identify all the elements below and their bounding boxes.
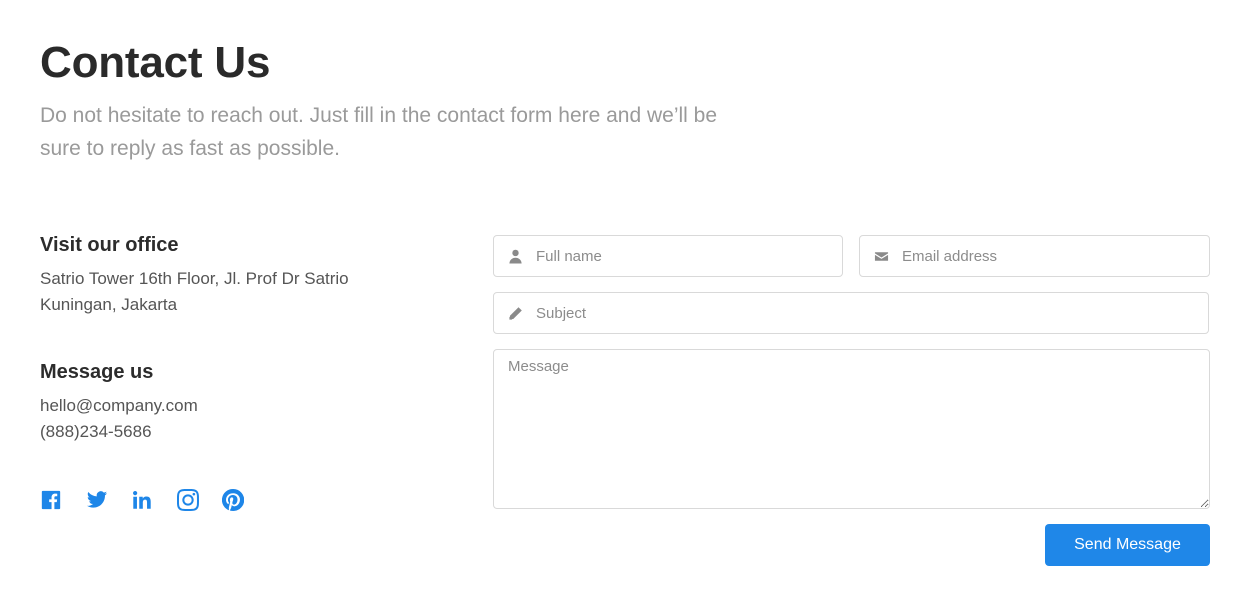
pinterest-icon[interactable] bbox=[222, 488, 244, 512]
contact-phone: (888)234-5686 bbox=[40, 422, 152, 441]
address-line-1: Satrio Tower 16th Floor, Jl. Prof Dr Sat… bbox=[40, 269, 349, 288]
user-icon bbox=[507, 248, 523, 264]
facebook-icon[interactable] bbox=[40, 488, 62, 512]
subject-input[interactable] bbox=[536, 293, 1208, 333]
email-field[interactable] bbox=[859, 235, 1210, 277]
envelope-icon bbox=[873, 248, 889, 264]
message-us-section: Message us hello@company.com (888)234-56… bbox=[40, 361, 460, 445]
contact-details: hello@company.com (888)234-5686 bbox=[40, 393, 460, 445]
message-textarea[interactable] bbox=[493, 349, 1210, 509]
social-links bbox=[40, 488, 268, 512]
send-message-button[interactable]: Send Message bbox=[1045, 524, 1210, 566]
page-title: Contact Us bbox=[40, 38, 271, 87]
contact-email: hello@company.com bbox=[40, 396, 198, 415]
page-subtitle: Do not hesitate to reach out. Just fill … bbox=[40, 104, 718, 160]
full-name-field[interactable] bbox=[493, 235, 843, 277]
instagram-icon[interactable] bbox=[176, 488, 199, 512]
office-address: Satrio Tower 16th Floor, Jl. Prof Dr Sat… bbox=[40, 266, 460, 318]
twitter-icon[interactable] bbox=[86, 488, 108, 512]
office-section: Visit our office Satrio Tower 16th Floor… bbox=[40, 234, 460, 318]
message-us-heading: Message us bbox=[40, 361, 154, 383]
office-heading: Visit our office bbox=[40, 234, 179, 256]
full-name-input[interactable] bbox=[536, 236, 842, 276]
address-line-2: Kuningan, Jakarta bbox=[40, 295, 178, 314]
linkedin-icon[interactable] bbox=[131, 488, 153, 512]
contact-page: Contact Us Do not hesitate to reach out.… bbox=[0, 0, 1250, 606]
email-input[interactable] bbox=[902, 236, 1209, 276]
subject-field[interactable] bbox=[493, 292, 1209, 334]
pencil-icon bbox=[507, 305, 523, 321]
